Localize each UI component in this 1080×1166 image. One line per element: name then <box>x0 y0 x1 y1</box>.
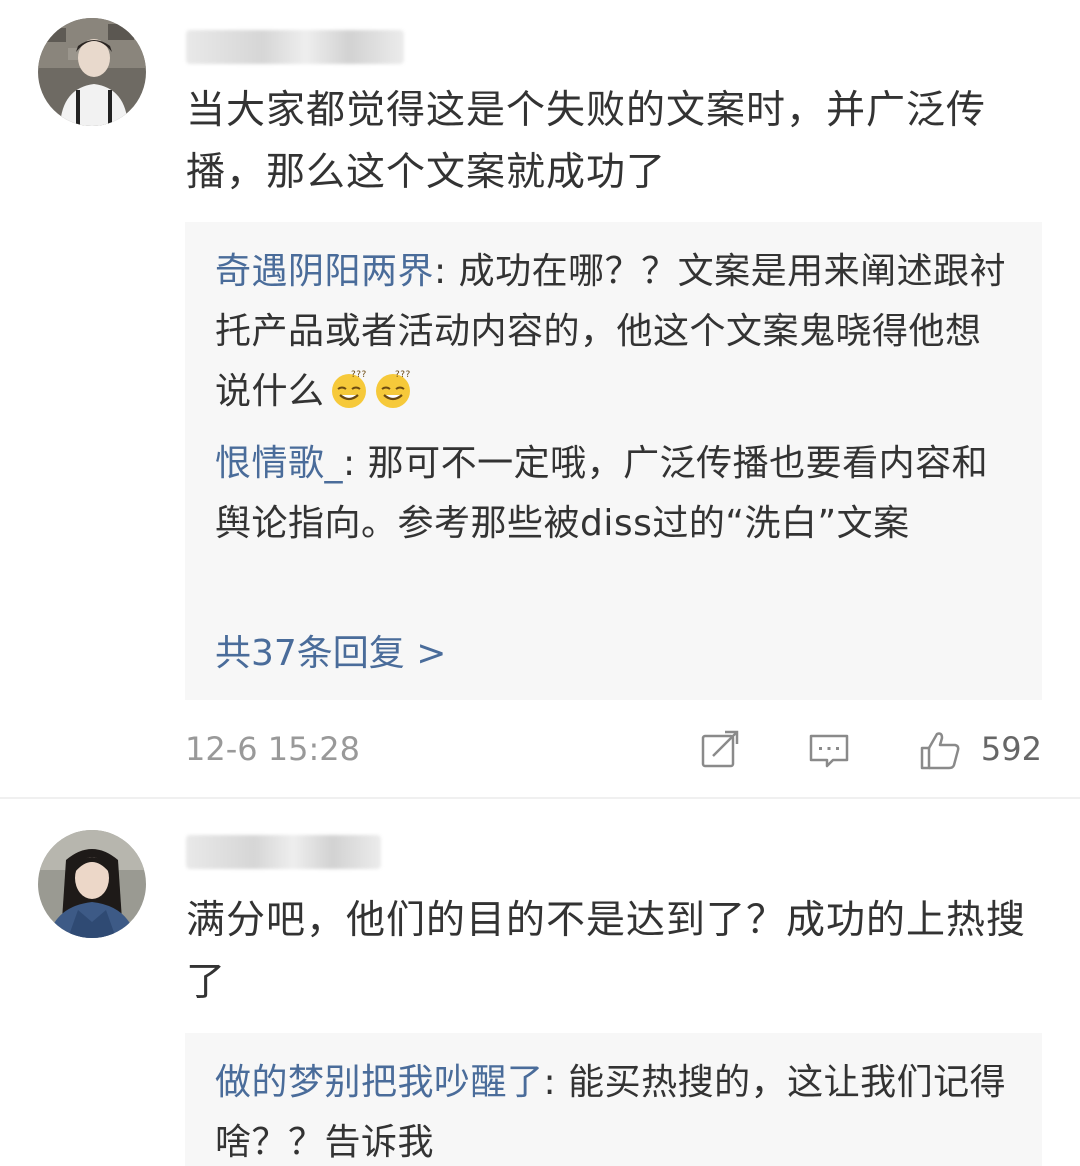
reply-preview-box[interactable]: 做的梦别把我吵醒了: 能买热搜的，这让我们记得啥？？告诉我 <box>185 1033 1042 1166</box>
comment-divider <box>0 797 1080 799</box>
reply-nickname[interactable]: 奇遇阴阳两界 <box>215 251 434 292</box>
comment-avatar[interactable] <box>38 830 146 938</box>
reply-separator: : <box>343 443 368 484</box>
comment-meta-row: 12-6 15:28 592 <box>185 720 1042 780</box>
user-avatar-icon <box>38 830 146 938</box>
comment-text: 当大家都觉得这是个失败的文案时，并广泛传播，那么这个文案就成功了 <box>186 88 987 195</box>
like-count: 592 <box>980 730 1042 768</box>
reply-nickname[interactable]: 做的梦别把我吵醒了 <box>215 1062 544 1103</box>
user-avatar-icon <box>38 18 146 126</box>
svg-text:???: ??? <box>351 370 367 380</box>
reply-item[interactable]: 做的梦别把我吵醒了: 能买热搜的，这让我们记得啥？？告诉我 <box>185 1053 1042 1166</box>
reply-separator: : <box>434 251 459 292</box>
comment-icon[interactable] <box>807 728 851 772</box>
view-all-replies-link[interactable]: 共37条回复 > <box>185 624 1042 684</box>
reply-separator: : <box>543 1062 569 1103</box>
comment-timestamp: 12-6 15:28 <box>185 730 361 768</box>
squinting-smile-emoji-icon: ??? <box>331 370 367 408</box>
reply-nickname[interactable]: 恨情歌_ <box>215 443 343 484</box>
reply-item[interactable]: 奇遇阴阳两界: 成功在哪？？文案是用来阐述跟衬托产品或者活动内容的，他这个文案鬼… <box>185 242 1042 422</box>
reply-preview-box[interactable]: 奇遇阴阳两界: 成功在哪？？文案是用来阐述跟衬托产品或者活动内容的，他这个文案鬼… <box>185 222 1042 700</box>
comment-text: 满分吧，他们的目的不是达到了？成功的上热搜了 <box>186 898 1027 1005</box>
reply-item[interactable]: 恨情歌_: 那可不一定哦，广泛传播也要看内容和舆论指向。参考那些被diss过的“… <box>185 434 1042 614</box>
squinting-smile-emoji-icon: ??? <box>375 370 411 408</box>
like-thumb-icon[interactable] <box>918 728 962 772</box>
comment-avatar[interactable] <box>38 18 146 126</box>
username-blurred[interactable] <box>186 30 404 64</box>
username-blurred[interactable] <box>186 835 381 869</box>
svg-text:???: ??? <box>395 370 411 380</box>
repost-icon[interactable] <box>699 728 743 772</box>
